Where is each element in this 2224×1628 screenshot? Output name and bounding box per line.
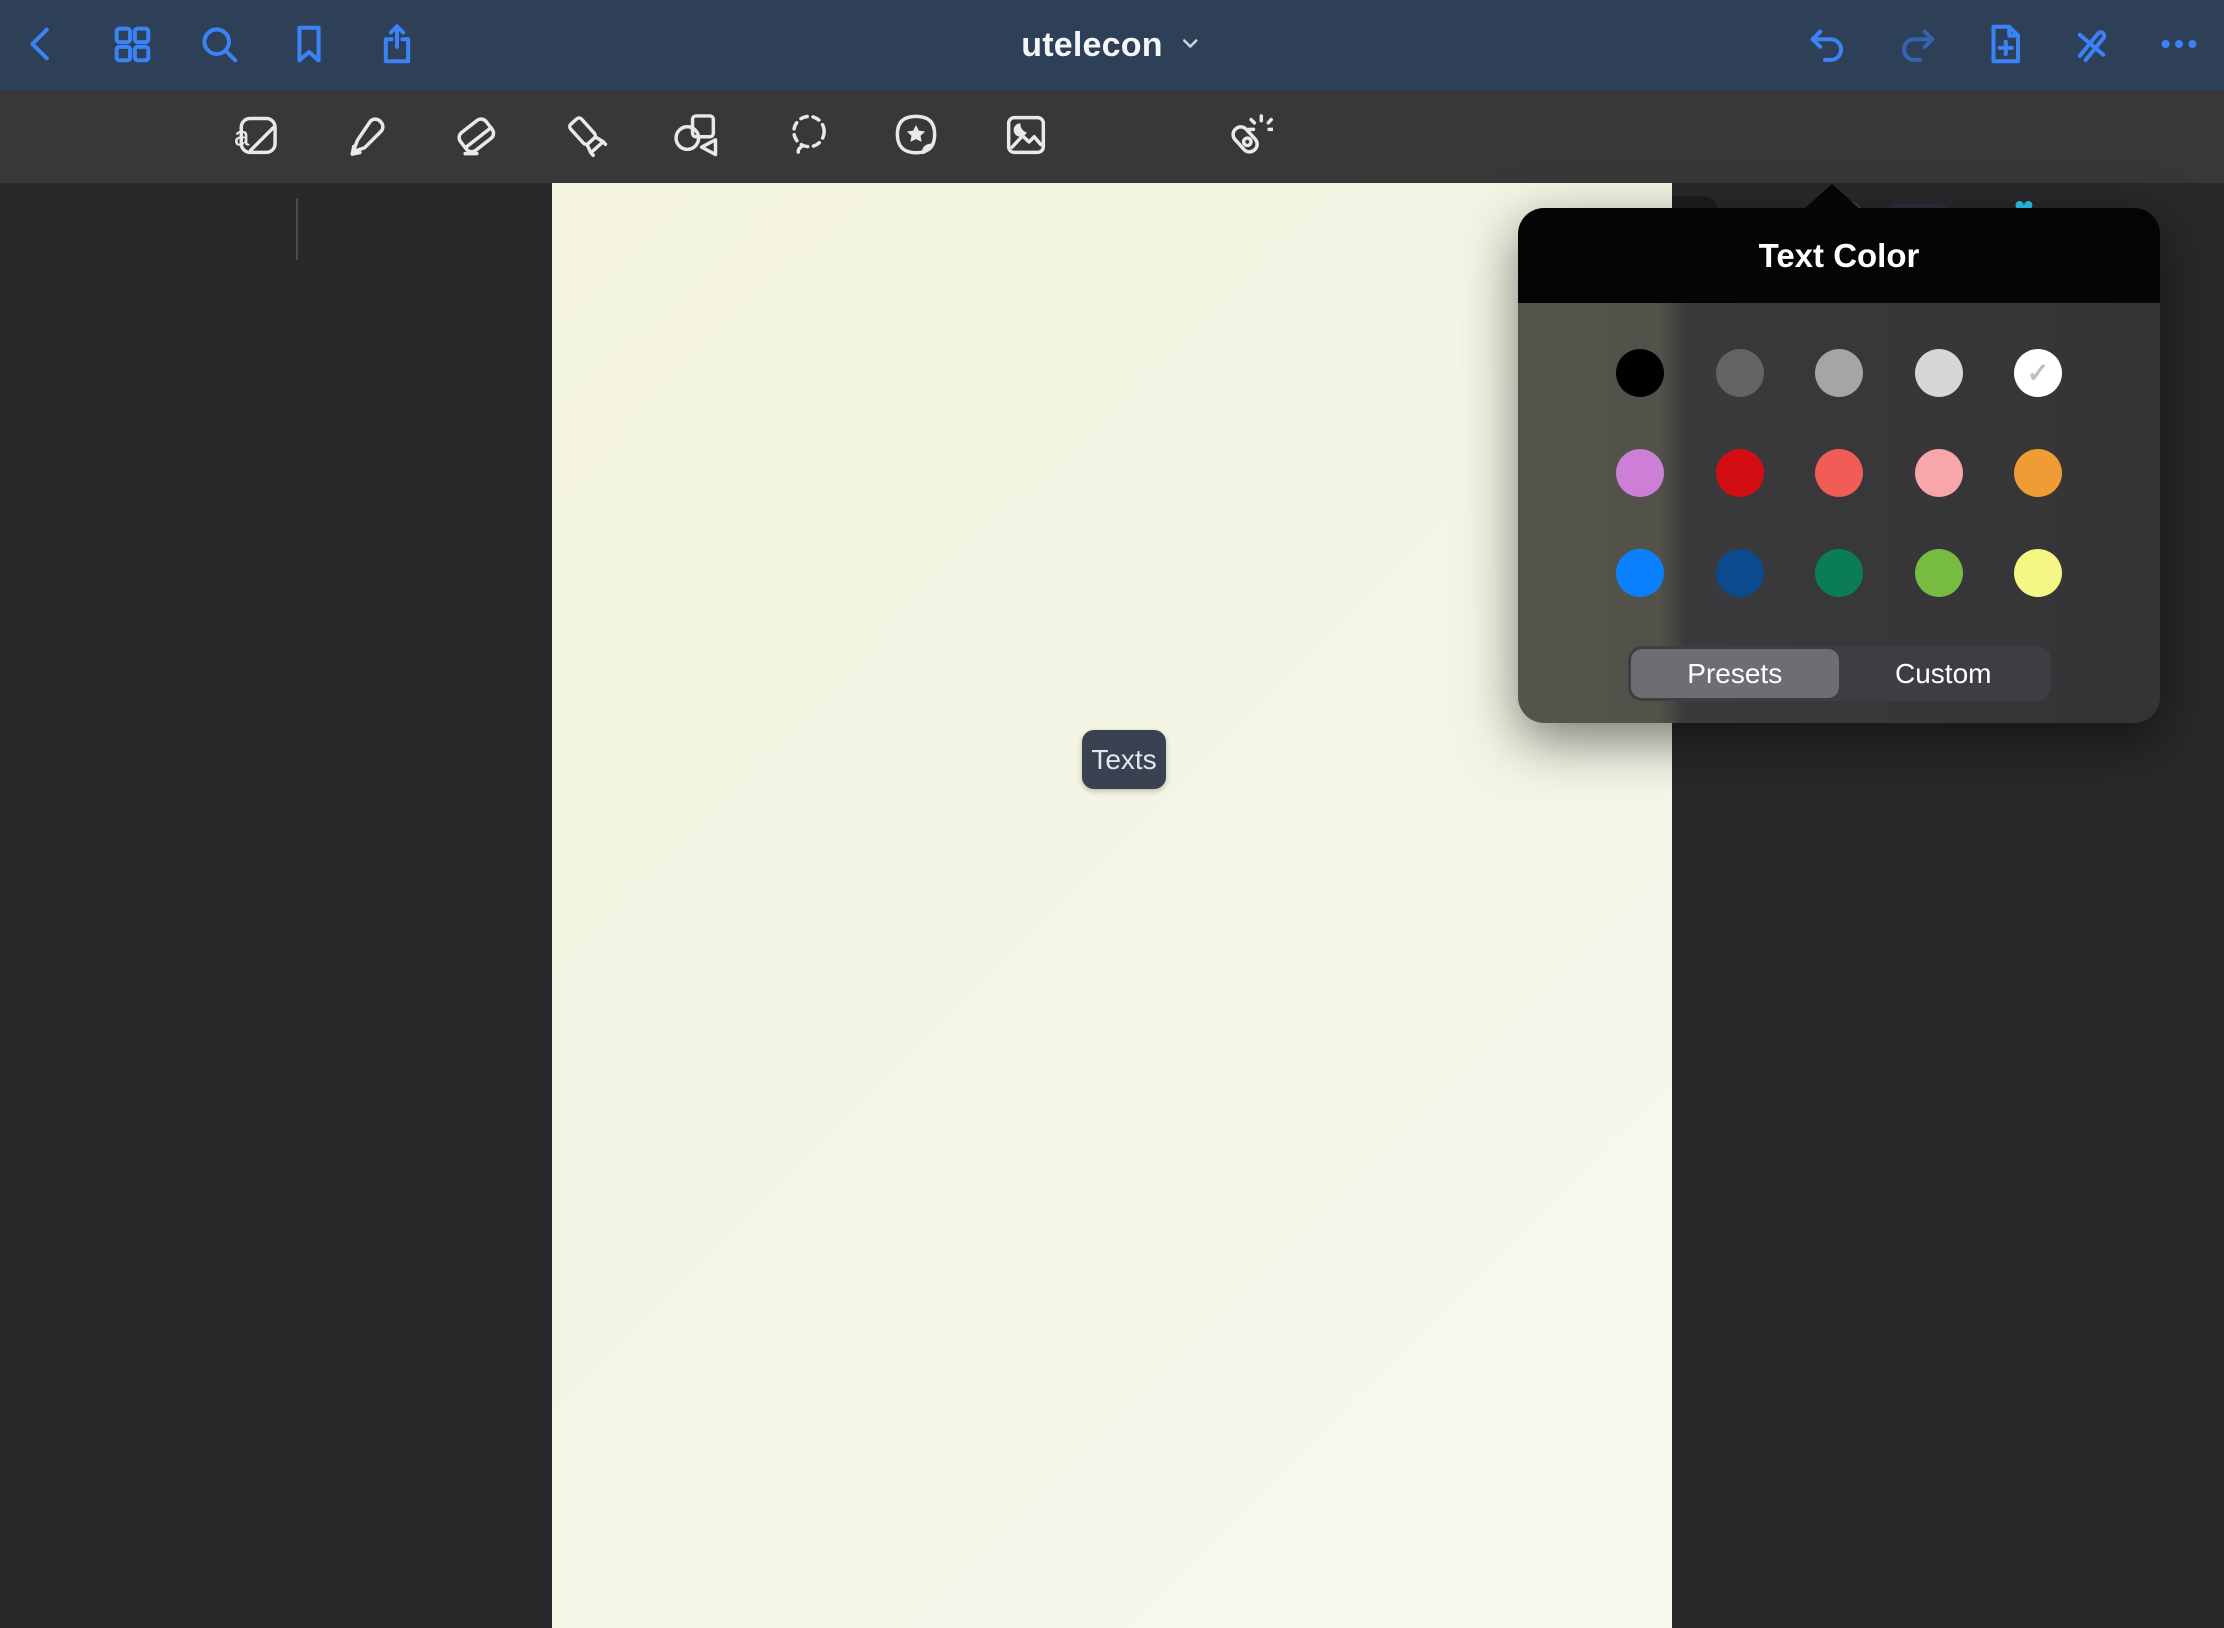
lasso-icon	[783, 109, 835, 164]
bookmark-button[interactable]	[284, 17, 334, 73]
document-title-button[interactable]: utelecon	[1021, 0, 1202, 90]
bookmark-icon	[286, 21, 332, 70]
color-swatch-d6d6d8[interactable]	[1915, 349, 1963, 397]
swatch-row	[1518, 549, 2160, 597]
color-swatch-cd7fd6[interactable]	[1616, 449, 1664, 497]
color-swatch-000000[interactable]	[1616, 349, 1664, 397]
back-button[interactable]	[17, 17, 67, 73]
shapes-tool-button[interactable]	[667, 104, 725, 168]
share-button[interactable]	[372, 17, 422, 73]
note-page-canvas[interactable]: Texts	[552, 183, 1672, 1628]
selected-text-object[interactable]: Texts	[1082, 730, 1166, 789]
svg-text:a: a	[234, 120, 250, 151]
popup-body: ✓ Presets Custom	[1518, 303, 2160, 723]
chevron-down-icon	[1179, 31, 1203, 60]
swatch-grid: ✓	[1518, 349, 2160, 597]
color-swatch-0b4a8d[interactable]	[1716, 549, 1764, 597]
laser-pointer-icon	[1221, 109, 1273, 164]
color-swatch-f7a6a9[interactable]	[1915, 449, 1963, 497]
search-button[interactable]	[194, 17, 244, 73]
search-icon	[196, 21, 242, 70]
redo-button[interactable]	[1892, 17, 1942, 73]
presets-tab[interactable]: Presets	[1631, 649, 1840, 698]
popup-caret	[1804, 184, 1860, 209]
pen-tool-button[interactable]	[338, 104, 396, 168]
highlighter-tool-button[interactable]	[557, 104, 615, 168]
highlighter-icon	[560, 109, 612, 164]
scroll-mode-button[interactable]: a	[227, 104, 285, 168]
more-options-button[interactable]	[2154, 17, 2204, 73]
sticker-icon	[890, 109, 942, 164]
check-icon: ✓	[2027, 358, 2050, 389]
sticker-tool-button[interactable]	[887, 104, 945, 168]
navigation-bar: utelecon	[0, 0, 2224, 90]
image-icon	[1000, 109, 1052, 164]
tools-toolbar: a	[0, 90, 2224, 183]
back-icon	[19, 21, 65, 70]
add-page-button[interactable]	[1980, 17, 2030, 73]
redo-icon	[1894, 21, 1940, 70]
pen-icon	[341, 109, 393, 164]
laser-pointer-button[interactable]	[1218, 104, 1276, 168]
thumbnails-button[interactable]	[107, 17, 157, 73]
presets-custom-segmented-control: Presets Custom	[1628, 646, 2051, 701]
scroll-mode-icon: a	[230, 109, 282, 164]
more-ellipsis-icon	[2156, 21, 2202, 70]
color-swatch-ffffff[interactable]: ✓	[2014, 349, 2062, 397]
toolbar-divider	[296, 198, 298, 260]
color-swatch-f4f784[interactable]	[2014, 549, 2062, 597]
swatch-row	[1518, 449, 2160, 497]
color-swatch-f25c57[interactable]	[1815, 449, 1863, 497]
stylus-readonly-button[interactable]	[2066, 17, 2116, 73]
popup-title: Text Color	[1759, 237, 1920, 275]
custom-tab[interactable]: Custom	[1839, 649, 2048, 698]
page-title: utelecon	[1021, 26, 1162, 65]
color-swatch-0b80ff[interactable]	[1616, 549, 1664, 597]
color-swatch-d30e12[interactable]	[1716, 449, 1764, 497]
color-swatch-77bb41[interactable]	[1915, 549, 1963, 597]
share-icon	[374, 21, 420, 70]
image-tool-button[interactable]	[997, 104, 1055, 168]
eraser-tool-button[interactable]	[447, 104, 505, 168]
color-swatch-f09c34[interactable]	[2014, 449, 2062, 497]
lasso-tool-button[interactable]	[780, 104, 838, 168]
color-swatch-0b7c58[interactable]	[1815, 549, 1863, 597]
color-swatch-a5a5a7[interactable]	[1815, 349, 1863, 397]
popup-header: Text Color	[1518, 208, 2160, 303]
undo-icon	[1805, 21, 1851, 70]
thumbnails-grid-icon	[109, 21, 155, 70]
text-color-popup: Text Color ✓ Presets Custom	[1518, 208, 2160, 723]
undo-button[interactable]	[1803, 17, 1853, 73]
add-page-icon	[1982, 21, 2028, 70]
eraser-icon	[450, 109, 502, 164]
shapes-icon	[670, 109, 722, 164]
swatch-row: ✓	[1518, 349, 2160, 397]
color-swatch-636366[interactable]	[1716, 349, 1764, 397]
stylus-disable-icon	[2068, 21, 2114, 70]
